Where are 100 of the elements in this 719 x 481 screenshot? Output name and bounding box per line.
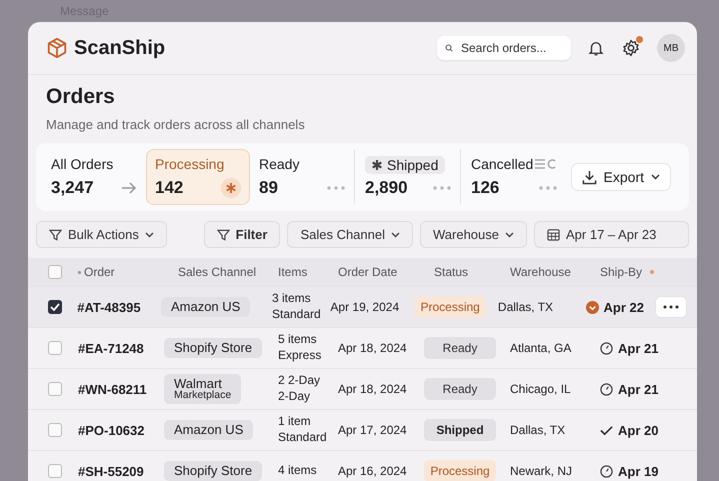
row-checkbox[interactable] [48, 300, 62, 314]
more-icon[interactable] [327, 186, 345, 190]
chevron-down-icon [144, 232, 154, 238]
page-subtitle: Manage and track orders across all channels [46, 117, 306, 132]
settings-icon[interactable] [621, 38, 641, 58]
warehouse-location: Chicago, IL [510, 382, 571, 396]
status-tab[interactable]: Ready 89 [250, 149, 354, 205]
item-count: 5 items [278, 332, 318, 348]
stat-value: 2,890 [365, 178, 408, 198]
order-number[interactable]: #EA-71248 [78, 340, 144, 356]
row-checkbox[interactable] [48, 382, 62, 396]
bulk-actions-dropdown[interactable]: Bulk Actions [36, 221, 167, 248]
shipping-method: Express [278, 348, 322, 364]
row-checkbox[interactable] [48, 423, 62, 437]
order-number[interactable]: #SH-55209 [78, 464, 144, 478]
chevron-down-icon [651, 174, 660, 180]
stat-value: 142 [155, 178, 184, 198]
item-count: 3 items [272, 291, 312, 307]
funnel-icon [216, 228, 230, 240]
warehouse-location: Atlanta, GA [510, 341, 572, 355]
order-date: Apr 17, 2024 [338, 423, 407, 437]
more-icon[interactable] [433, 186, 451, 190]
chevron-down-icon [391, 232, 400, 238]
chevron-down-icon [505, 232, 514, 238]
status-tab[interactable]: Cancelled 126 [460, 149, 566, 205]
checkmark-icon [50, 303, 60, 311]
status-tab[interactable]: Processing 142 [146, 149, 250, 205]
asterisk-icon [221, 178, 241, 198]
order-date: Apr 16, 2024 [338, 464, 407, 478]
arrow-right-icon [121, 182, 137, 194]
status-badge: Processing [414, 296, 486, 318]
download-icon [582, 170, 597, 184]
search-input[interactable]: Search orders... [459, 40, 563, 56]
column-header[interactable]: Ship-By [600, 265, 642, 279]
user-avatar[interactable]: MB [657, 34, 685, 62]
shipping-method: Standard [278, 430, 328, 446]
warehouse-dropdown[interactable]: Warehouse [420, 221, 527, 248]
status-badge: Shipped [424, 419, 496, 441]
warehouse-location: Dallas, TX [510, 423, 566, 437]
order-number[interactable]: #AT-48395 [77, 300, 141, 314]
stat-label: Cancelled [471, 156, 534, 172]
more-icon[interactable] [539, 186, 557, 190]
warehouse-location: Dallas, TX [498, 300, 554, 314]
status-tab[interactable]: All Orders 3,247 [42, 149, 146, 205]
stat-label: Shipped [365, 156, 446, 174]
list-icon [535, 158, 557, 170]
stat-label: Ready [259, 156, 300, 172]
brand-name: ScanShip [74, 36, 166, 60]
order-row[interactable]: #EA-71248 Shopify Store 5 items Express Apr 18, 2024 Ready Atlanta, GA Apr 21 [28, 328, 697, 369]
column-header[interactable]: Order [84, 265, 115, 279]
sales-channel-dropdown[interactable]: Sales Channel [287, 221, 413, 248]
ship-by-date: Apr 21 [618, 382, 658, 396]
status-badge: Processing [424, 460, 496, 481]
status-badge: Ready [424, 337, 496, 359]
warehouse-location: Newark, NJ [510, 464, 572, 478]
sort-dot [78, 270, 81, 274]
ship-by-date: Apr 20 [618, 422, 658, 438]
order-row[interactable]: #WN-68211 Walmart Marketplace 2 2-Day 2-Day Apr 18, 2024 Ready Chicago, IL Apr 21 [28, 369, 697, 410]
column-header[interactable]: Status [434, 265, 468, 279]
stat-label: Processing [155, 156, 224, 172]
column-header[interactable]: Sales Channel [178, 265, 256, 279]
order-number[interactable]: #PO-10632 [78, 422, 144, 438]
select-all-checkbox[interactable] [48, 265, 62, 279]
sales-channel-tag: Walmart Marketplace [164, 374, 242, 404]
shipping-method: 2-Day [278, 389, 312, 405]
order-date: Apr 19, 2024 [330, 300, 400, 314]
item-count: 1 item [278, 414, 312, 430]
sort-dot [650, 270, 654, 274]
notification-bell-icon[interactable] [587, 39, 605, 57]
sales-channel-tag: Amazon US [160, 297, 250, 317]
box-icon [46, 37, 68, 59]
order-number[interactable]: #WN-68211 [78, 382, 147, 396]
stat-value: 126 [471, 178, 500, 198]
order-date: Apr 18, 2024 [338, 341, 407, 355]
funnel-icon [49, 228, 62, 240]
status-badge: Ready [424, 378, 496, 400]
page-title: Orders [46, 85, 116, 109]
ship-by-date: Apr 21 [618, 340, 658, 356]
calendar-icon [547, 228, 560, 241]
row-checkbox[interactable] [48, 341, 62, 355]
column-header[interactable]: Items [278, 265, 308, 279]
stat-value: 3,247 [51, 178, 94, 198]
filter-button[interactable]: Filter [204, 221, 280, 248]
date-range-picker[interactable]: Apr 17 – Apr 23 [534, 221, 689, 248]
row-checkbox[interactable] [48, 464, 62, 478]
column-header[interactable]: Warehouse [510, 265, 571, 279]
row-menu-icon[interactable] [655, 296, 688, 318]
item-count: 4 items [278, 463, 318, 479]
stat-value: 89 [259, 178, 278, 198]
column-header[interactable]: Order Date [338, 265, 398, 279]
ship-by-date: Apr 19 [618, 464, 658, 478]
status-tab[interactable]: Shipped 2,890 [354, 149, 460, 205]
search-field[interactable]: Search orders... [437, 36, 571, 60]
order-date: Apr 18, 2024 [338, 382, 407, 396]
item-count: 2 2-Day [278, 373, 322, 389]
shipping-method: Standard [272, 307, 322, 323]
order-row[interactable]: #SH-55209 Shopify Store 4 items Apr 16, 2024 Processing Newark, NJ Apr 19 [28, 451, 697, 481]
asterisk-icon [372, 160, 382, 170]
sales-channel-tag: Shopify Store [164, 461, 262, 481]
export-button[interactable]: Export [570, 163, 671, 191]
